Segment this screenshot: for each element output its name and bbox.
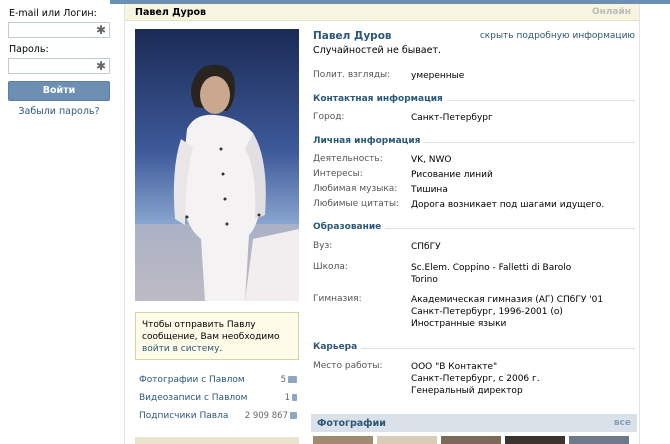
profile-photo[interactable]	[135, 29, 299, 301]
photo-thumbnail[interactable]	[313, 436, 373, 444]
section-career[interactable]: Карьера	[313, 342, 635, 354]
photo-thumbnails	[311, 436, 637, 444]
photo-thumbnail[interactable]	[377, 436, 437, 444]
login-button[interactable]: Войти	[8, 81, 110, 101]
info-key: Город:	[313, 112, 345, 122]
side-link-followers[interactable]: Подписчики Павла 2 909 867	[139, 411, 297, 421]
section-education[interactable]: Образование	[313, 222, 635, 234]
online-status: Онлайн	[591, 7, 631, 17]
field-marker: ✱	[95, 23, 106, 37]
people-icon	[290, 412, 297, 419]
info-key: Место работы:	[313, 361, 383, 371]
info-value[interactable]: Иностранные языки	[411, 318, 603, 330]
info-value[interactable]: Санкт-Петербург, 1996-2001 (о)	[411, 306, 603, 318]
info-value[interactable]: Torino	[411, 274, 571, 286]
side-link-label: Подписчики Павла	[139, 411, 229, 421]
side-link-label: Видеозаписи с Павлом	[139, 393, 248, 403]
info-key: Вуз:	[313, 241, 333, 251]
message-notice: Чтобы отправить Павлу сообщение, Вам нео…	[135, 312, 299, 360]
info-value[interactable]: СПбГУ	[411, 241, 441, 253]
photos-title: Фотографии	[317, 418, 386, 429]
info-value[interactable]: Рисование линий	[411, 169, 493, 181]
info-key: Любимая музыка:	[313, 184, 398, 194]
login-link[interactable]: войти в систему	[142, 344, 219, 354]
section-title: Карьера	[313, 342, 362, 352]
photo-thumbnail[interactable]	[441, 436, 501, 444]
info-value[interactable]: Санкт-Петербург, с 2006 г.	[411, 373, 540, 385]
side-link-count: 1	[284, 393, 290, 403]
info-value[interactable]: ООО "В Контакте"	[411, 361, 540, 373]
header-name: Павел Дуров	[135, 7, 207, 18]
info-value[interactable]: Тишина	[411, 184, 448, 196]
email-label: E-mail или Логин:	[9, 8, 97, 19]
info-key: Полит. взгляды:	[313, 70, 391, 80]
section-title: Образование	[313, 222, 386, 232]
video-icon	[292, 394, 297, 401]
hide-details-link[interactable]: скрыть подробную информацию	[480, 31, 635, 41]
section-title: Личная информация	[313, 136, 425, 146]
info-value: Дорога возникает под шагами идущего.	[411, 200, 605, 210]
profile-photo-image	[135, 29, 299, 301]
info-value[interactable]: Sc.Elem. Coppino - Falletti di Barolo	[411, 262, 571, 274]
info-value[interactable]: Академическая гимназия (АГ) СПбГУ '01	[411, 294, 603, 306]
photo-thumbnail[interactable]	[569, 436, 629, 444]
section-personal[interactable]: Личная информация	[313, 136, 635, 148]
side-link-label: Фотографии с Павлом	[139, 375, 245, 385]
password-label: Пароль:	[9, 44, 49, 55]
profile-status: Случайностей не бывает.	[313, 45, 442, 56]
info-key: Любимые цитаты:	[313, 199, 400, 209]
field-marker: ✱	[95, 59, 106, 73]
profile-name: Павел Дуров	[313, 30, 392, 42]
photo-thumbnail[interactable]	[505, 436, 565, 444]
photos-all-link[interactable]: все	[614, 418, 631, 428]
section-contacts[interactable]: Контактная информация	[313, 94, 635, 106]
forgot-password-link[interactable]: Забыли пароль?	[0, 106, 118, 117]
info-value: VK, NWO	[411, 155, 452, 165]
info-key: Гимназия:	[313, 294, 362, 304]
info-key: Интересы:	[313, 169, 363, 179]
side-link-count: 2 909 867	[244, 411, 288, 421]
camera-icon	[288, 376, 297, 383]
info-key: Деятельность:	[313, 154, 383, 164]
message-notice-end: .	[219, 344, 223, 354]
message-notice-text: Чтобы отправить Павлу сообщение, Вам нео…	[142, 320, 280, 342]
side-link-photos[interactable]: Фотографии с Павлом 5	[139, 375, 297, 385]
info-value: Генеральный директор	[411, 386, 523, 396]
info-key: Школа:	[313, 262, 348, 272]
email-field[interactable]: ✱	[8, 22, 110, 38]
section-title: Контактная информация	[313, 94, 447, 104]
bottom-strip	[135, 437, 299, 444]
info-value: умеренные	[411, 71, 465, 81]
side-link-videos[interactable]: Видеозаписи с Павлом 1	[139, 393, 297, 403]
photos-header[interactable]: Фотографии все	[311, 414, 637, 432]
info-value[interactable]: Санкт-Петербург	[411, 112, 493, 124]
profile-header: Павел Дуров Онлайн	[125, 4, 639, 21]
password-field[interactable]: ✱	[8, 58, 110, 74]
side-link-count: 5	[280, 375, 286, 385]
profile-pane: Павел Дуров Онлайн Чтобы отправить Павлу…	[124, 4, 640, 444]
